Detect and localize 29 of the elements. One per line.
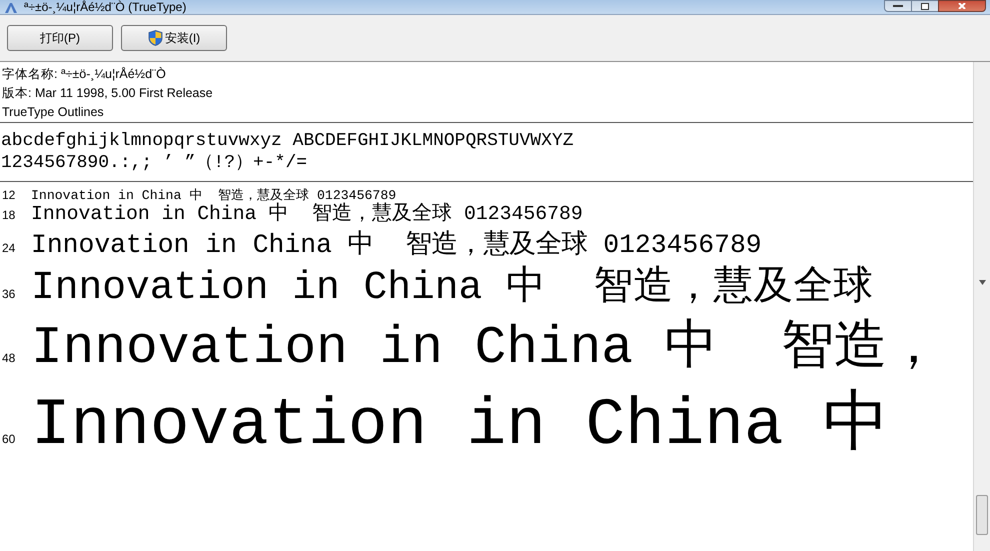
maximize-icon	[921, 2, 929, 10]
sample-text: Innovation in China 中 智造，慧及全球	[31, 264, 874, 312]
sample-text: Innovation in China 中 智造，慧及全球 0123456789	[31, 230, 762, 262]
size-label: 60	[1, 431, 16, 448]
character-set-text: 1234567890.:,; ’ ”（!?）+-*/=	[0, 152, 308, 174]
sample-text: Innovation in China 中 智造，慧及全球 0123456789	[31, 188, 396, 203]
sample-text: Innovation in China 中 智造，	[31, 316, 940, 380]
size-label: 12	[1, 187, 16, 204]
install-button[interactable]: 安装(I)	[121, 25, 227, 51]
font-info-text: 版本: Mar 11 1998, 5.00 First Release	[1, 85, 214, 102]
close-icon	[957, 3, 967, 9]
shield-icon	[148, 30, 163, 46]
size-label: 48	[1, 350, 16, 367]
character-set-text: abcdefghijklmnopqrstuvwxyz ABCDEFGHIJKLMNOPQRSTUVWXYZ	[0, 130, 574, 152]
size-label: 18	[1, 207, 16, 224]
sample-text: Innovation in China 中	[31, 387, 890, 466]
window-title: ª÷±ö-¸¼u¦rÅé½d¨Ò (TrueType)	[24, 0, 186, 14]
close-button[interactable]	[938, 0, 986, 12]
sample-text: Innovation in China 中 智造，慧及全球 0123456789	[31, 203, 583, 228]
minimize-icon	[893, 5, 903, 7]
font-info-text: 字体名称: ª÷±ö-¸¼u¦rÅé½d¨Ò	[1, 66, 167, 83]
font-info-text: TrueType Outlines	[1, 104, 105, 121]
size-label: 24	[1, 240, 16, 257]
minimize-button[interactable]	[884, 0, 912, 12]
scrollbar-thumb[interactable]	[976, 495, 988, 535]
maximize-button[interactable]	[912, 0, 938, 12]
size-label: 36	[1, 286, 16, 304]
print-button[interactable]: 打印(P)	[7, 25, 113, 51]
scroll-arrow-icon[interactable]	[978, 280, 986, 285]
